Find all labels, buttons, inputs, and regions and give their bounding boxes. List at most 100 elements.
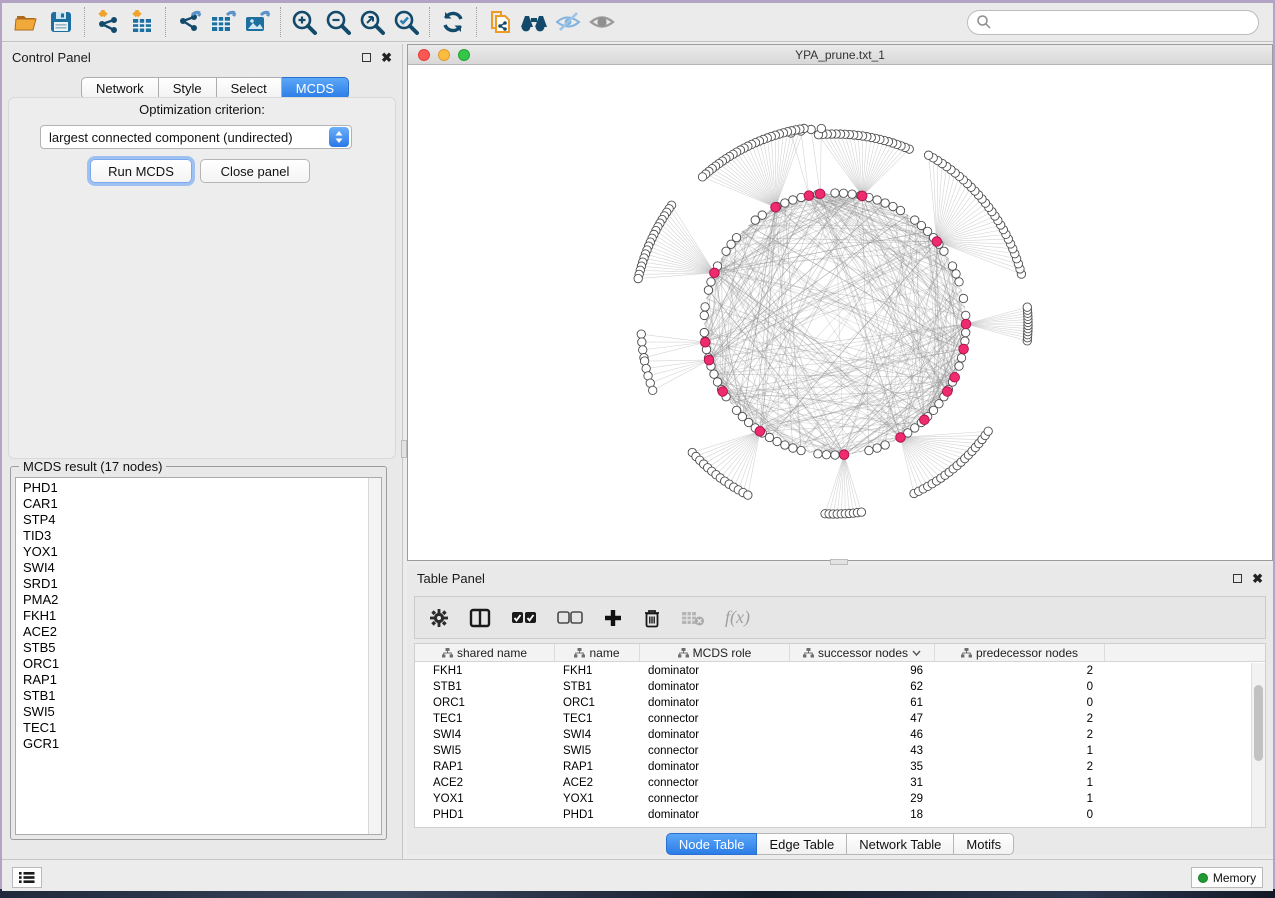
zoom-selected-button[interactable]: [389, 7, 423, 37]
save-session-button[interactable]: [44, 7, 78, 37]
table-cell[interactable]: 1: [935, 791, 1105, 807]
mcds-hub-node[interactable]: [932, 237, 942, 247]
table-cell[interactable]: YOX1: [415, 791, 555, 807]
network-leaf-node[interactable]: [639, 346, 647, 354]
table-cell[interactable]: 1: [935, 775, 1105, 791]
mcds-hub-node[interactable]: [950, 372, 960, 382]
table-cell[interactable]: dominator: [640, 679, 790, 695]
network-node[interactable]: [751, 216, 759, 224]
network-leaf-node[interactable]: [1023, 303, 1031, 311]
table-cell[interactable]: dominator: [640, 807, 790, 823]
network-node[interactable]: [831, 451, 839, 459]
table-cell[interactable]: FKH1: [555, 663, 640, 679]
network-leaf-node[interactable]: [817, 124, 825, 132]
network-node[interactable]: [873, 444, 881, 452]
tab-network[interactable]: Network: [81, 77, 159, 99]
network-node[interactable]: [822, 451, 830, 459]
mcds-result-item[interactable]: PMA2: [16, 592, 367, 608]
network-leaf-node[interactable]: [924, 151, 932, 159]
network-node[interactable]: [700, 328, 708, 336]
add-column-button[interactable]: [603, 608, 623, 628]
table-cell[interactable]: SWI4: [555, 727, 640, 743]
table-cell[interactable]: RAP1: [555, 759, 640, 775]
tab-node-table[interactable]: Node Table: [666, 833, 758, 855]
network-node[interactable]: [831, 189, 839, 197]
table-cell[interactable]: dominator: [640, 759, 790, 775]
table-cell[interactable]: TEC1: [415, 711, 555, 727]
network-node[interactable]: [765, 433, 773, 441]
network-node[interactable]: [713, 378, 721, 386]
global-search-field[interactable]: [967, 10, 1259, 35]
mcds-hub-node[interactable]: [755, 427, 765, 437]
network-leaf-node[interactable]: [857, 508, 865, 516]
mcds-result-item[interactable]: STB1: [16, 688, 367, 704]
tab-network-table[interactable]: Network Table: [847, 833, 954, 855]
select-all-button[interactable]: [511, 611, 537, 625]
table-cell[interactable]: dominator: [640, 663, 790, 679]
import-network-button[interactable]: [91, 7, 125, 37]
mcds-result-item[interactable]: SRD1: [16, 576, 367, 592]
delete-columns-button[interactable]: [643, 608, 661, 628]
mcds-hub-node[interactable]: [857, 191, 867, 201]
table-row[interactable]: TEC1TEC1connector472: [415, 711, 1250, 727]
mcds-result-item[interactable]: SWI5: [16, 704, 367, 720]
table-cell[interactable]: 29: [790, 791, 935, 807]
table-row[interactable]: PHD1PHD1dominator180: [415, 807, 1250, 823]
table-cell[interactable]: 47: [790, 711, 935, 727]
mcds-hub-node[interactable]: [961, 319, 971, 329]
mcds-hub-node[interactable]: [839, 450, 849, 460]
table-scrollbar-thumb[interactable]: [1254, 685, 1263, 761]
network-node[interactable]: [773, 437, 781, 445]
show-all-button[interactable]: [585, 7, 619, 37]
network-node[interactable]: [839, 189, 847, 197]
table-scrollbar[interactable]: [1251, 663, 1265, 827]
table-cell[interactable]: TEC1: [555, 711, 640, 727]
table-cell[interactable]: 2: [935, 759, 1105, 775]
table-row[interactable]: ORC1ORC1dominator610: [415, 695, 1250, 711]
network-canvas[interactable]: [408, 66, 1272, 560]
table-cell[interactable]: connector: [640, 743, 790, 759]
table-cell[interactable]: YOX1: [555, 791, 640, 807]
network-node[interactable]: [865, 446, 873, 454]
network-node[interactable]: [710, 370, 718, 378]
table-cell[interactable]: connector: [640, 791, 790, 807]
mcds-hub-node[interactable]: [771, 202, 781, 212]
network-node[interactable]: [889, 202, 897, 210]
network-node[interactable]: [881, 441, 889, 449]
network-leaf-node[interactable]: [744, 491, 752, 499]
network-node[interactable]: [957, 354, 965, 362]
table-cell[interactable]: 46: [790, 727, 935, 743]
table-row[interactable]: FKH1FKH1dominator962: [415, 663, 1250, 679]
mcds-result-item[interactable]: STP4: [16, 512, 367, 528]
mcds-hub-node[interactable]: [704, 355, 714, 365]
network-node[interactable]: [704, 286, 712, 294]
column-header-shared-name[interactable]: shared name: [415, 644, 555, 661]
network-node[interactable]: [955, 278, 963, 286]
table-row[interactable]: RAP1RAP1dominator352: [415, 759, 1250, 775]
tab-motifs[interactable]: Motifs: [954, 833, 1014, 855]
network-node[interactable]: [962, 328, 970, 336]
table-cell[interactable]: STB1: [415, 679, 555, 695]
mcds-hub-node[interactable]: [804, 191, 814, 201]
mcds-result-item[interactable]: PHD1: [16, 480, 367, 496]
table-cell[interactable]: PHD1: [415, 807, 555, 823]
close-table-panel-icon[interactable]: ✖: [1252, 572, 1263, 585]
table-cell[interactable]: STB1: [555, 679, 640, 695]
mcds-result-item[interactable]: TEC1: [16, 720, 367, 736]
mcds-hub-node[interactable]: [896, 433, 906, 443]
float-table-panel-icon[interactable]: [1233, 574, 1242, 583]
table-cell[interactable]: SWI5: [555, 743, 640, 759]
table-cell[interactable]: 1: [935, 743, 1105, 759]
zoom-in-button[interactable]: [287, 7, 321, 37]
mcds-hub-node[interactable]: [700, 337, 710, 347]
mcds-result-item[interactable]: STB5: [16, 640, 367, 656]
table-cell[interactable]: dominator: [640, 727, 790, 743]
network-leaf-node[interactable]: [638, 338, 646, 346]
mcds-result-item[interactable]: FKH1: [16, 608, 367, 624]
tab-mcds[interactable]: MCDS: [282, 77, 349, 99]
table-cell[interactable]: ACE2: [415, 775, 555, 791]
column-header-successor-nodes[interactable]: successor nodes: [790, 644, 935, 661]
refresh-button[interactable]: [436, 7, 470, 37]
network-leaf-node[interactable]: [634, 274, 642, 282]
table-cell[interactable]: connector: [640, 711, 790, 727]
